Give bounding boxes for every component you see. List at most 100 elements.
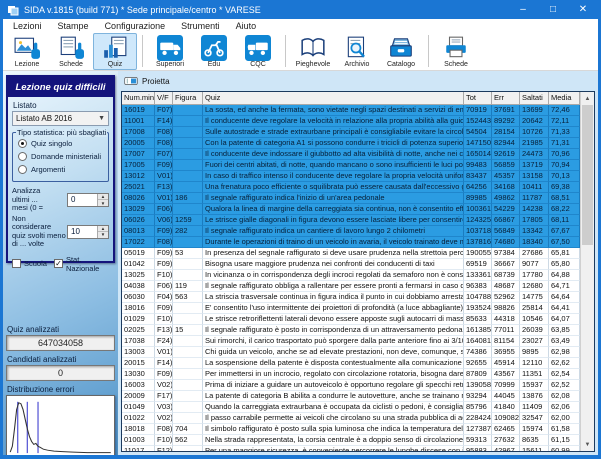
- maximize-button[interactable]: □: [538, 0, 568, 19]
- toolbar-separator: [285, 35, 286, 67]
- column-header-tot[interactable]: Tot: [464, 92, 492, 105]
- toolbar-button-lezione[interactable]: Lezione: [5, 33, 49, 70]
- checkbox-icon[interactable]: [12, 259, 21, 268]
- spinner-down-icon[interactable]: ▼: [98, 232, 108, 238]
- mesi-spinner[interactable]: 0 ▲▼: [67, 193, 109, 207]
- menu-stampe[interactable]: Stampe: [50, 21, 97, 31]
- table-row[interactable]: 20005F08)Con la patente di categoria A1 …: [122, 138, 580, 149]
- radio-icon[interactable]: [18, 139, 27, 148]
- radio-domande-ministeriali[interactable]: Domande ministeriali: [18, 152, 105, 161]
- vertical-scrollbar[interactable]: ▲ ▼: [580, 92, 594, 451]
- toolbar-button-catalogo[interactable]: Catalogo: [379, 33, 423, 70]
- table-row[interactable]: 17008F08)Sulle autostrade e strade extra…: [122, 127, 580, 138]
- scroll-down-icon[interactable]: ▼: [581, 438, 594, 451]
- column-header-numministe[interactable]: Num.ministe: [122, 92, 155, 105]
- spinner-down-icon[interactable]: ▼: [98, 200, 108, 206]
- table-cell: [173, 314, 203, 325]
- table-cell: F10): [155, 435, 173, 446]
- table-cell: In presenza del segnale raffigurato si d…: [203, 248, 464, 259]
- table-row[interactable]: 13029F06)Qualora la linea di margine del…: [122, 204, 580, 215]
- toolbar-button-cqc[interactable]: CQC: [236, 33, 280, 70]
- table-row[interactable]: 25021F13)Una frenatura poco efficiente o…: [122, 182, 580, 193]
- table-row[interactable]: 06030F04)563La striscia trasversale cont…: [122, 292, 580, 303]
- table-cell: 186: [173, 193, 203, 204]
- table-row[interactable]: 06026V06)1259Le strisce gialle diagonali…: [122, 215, 580, 226]
- table-row[interactable]: 16019F07)La sosta, ed anche la fermata, …: [122, 105, 580, 116]
- table-cell: 62,98: [549, 347, 580, 358]
- table-row[interactable]: 11001F14)Il conducente deve regolare la …: [122, 116, 580, 127]
- table-row[interactable]: 18018F08)704Il simbolo raffigurato è pos…: [122, 424, 580, 435]
- mesi-spinner-value[interactable]: 0: [68, 194, 97, 206]
- archive-search-icon: [344, 35, 370, 61]
- toolbar-button-superiori[interactable]: Superiori: [148, 33, 192, 70]
- table-row[interactable]: 20009F17)La patente di categoria B abili…: [122, 391, 580, 402]
- radio-argomenti[interactable]: Argomenti: [18, 165, 105, 174]
- minimize-button[interactable]: –: [508, 0, 538, 19]
- radio-quiz-singolo[interactable]: Quiz singolo: [18, 139, 105, 148]
- column-header-media[interactable]: Media: [549, 92, 580, 105]
- volte-spinner-value[interactable]: 10: [68, 226, 97, 238]
- column-header-saltati[interactable]: Saltati: [520, 92, 549, 105]
- toolbar-button-archivio[interactable]: Archivio: [335, 33, 379, 70]
- column-header-vf[interactable]: V/F: [155, 92, 173, 105]
- menu-lezioni[interactable]: Lezioni: [5, 21, 50, 31]
- table-row[interactable]: 01049V03)Quando la carreggiata extraurba…: [122, 402, 580, 413]
- table-cell: 62,08: [549, 391, 580, 402]
- table-row[interactable]: 11017F12)Per una maggiore sicurezza, è c…: [122, 446, 580, 451]
- table-row[interactable]: 13025F10)In vicinanza o in corrispondenz…: [122, 270, 580, 281]
- table-row[interactable]: 02025F13)15Il segnale raffigurato è post…: [122, 325, 580, 336]
- table-cell: 10726: [520, 127, 549, 138]
- column-header-figura[interactable]: Figura: [173, 92, 203, 105]
- close-button[interactable]: ✕: [568, 0, 598, 19]
- column-header-quiz[interactable]: Quiz: [203, 92, 464, 105]
- toolbar-button-schede[interactable]: Schede: [434, 33, 478, 70]
- toolbar-button-schede[interactable]: Schede: [49, 33, 93, 70]
- table-row[interactable]: 13012V01)In caso di traffico intenso il …: [122, 171, 580, 182]
- column-header-err[interactable]: Err: [492, 92, 520, 105]
- table-row[interactable]: 01003F10)562Nella strada rappresentata, …: [122, 435, 580, 446]
- checkbox-scuola[interactable]: Scuola: [12, 259, 47, 268]
- table-row[interactable]: 08026V01)186Il segnale raffigurato indic…: [122, 193, 580, 204]
- proietta-toggle-icon[interactable]: [124, 76, 138, 86]
- table-cell: 63,85: [549, 325, 580, 336]
- toolbar-button-pieghevole[interactable]: Pieghevole: [291, 33, 335, 70]
- scrollbar-thumb[interactable]: [582, 105, 593, 245]
- listato-dropdown[interactable]: Listato AB 2016 ▼: [12, 111, 109, 126]
- table-cell: Il conducente deve regolare la velocità …: [203, 116, 464, 127]
- table-cell: Il segnale raffigurato indica un cantier…: [203, 226, 464, 237]
- radio-icon[interactable]: [18, 165, 27, 174]
- table-row[interactable]: 01042F09)Bisogna usare maggiore prudenza…: [122, 259, 580, 270]
- table-row[interactable]: 04038F06)119Il segnale raffigurato obbli…: [122, 281, 580, 292]
- checkbox-icon[interactable]: ✓: [54, 259, 63, 268]
- table-row[interactable]: 20015F14)La sospensione della patente è …: [122, 358, 580, 369]
- table-row[interactable]: 01022V02)Il passo carrabile permette ai …: [122, 413, 580, 424]
- radio-icon[interactable]: [18, 152, 27, 161]
- table-row[interactable]: 13030F09)Per immettersi in un incrocio, …: [122, 369, 580, 380]
- table-row[interactable]: 13003V01)Chi guida un veicolo, anche se …: [122, 347, 580, 358]
- toolbar-button-quiz[interactable]: Quiz: [93, 33, 137, 70]
- table-cell: 62,54: [549, 369, 580, 380]
- table-row[interactable]: 18016F09)E' consentito l'uso intermitten…: [122, 303, 580, 314]
- table-row[interactable]: 17022F08)Durante le operazioni di traino…: [122, 237, 580, 248]
- toolbar-button-edu[interactable]: Edu: [192, 33, 236, 70]
- table-row[interactable]: 16003V02)Prima di iniziare a guidare un …: [122, 380, 580, 391]
- checkbox-stat-nazionale[interactable]: ✓Stat. Nazionale: [54, 255, 102, 273]
- table-cell: 74386: [464, 347, 492, 358]
- table-row[interactable]: 17005F09)Fuori dei centri abitati, di no…: [122, 160, 580, 171]
- table-row[interactable]: 17007F07)Il conducente deve indossare il…: [122, 149, 580, 160]
- menu-strumenti[interactable]: Strumenti: [173, 21, 228, 31]
- scroll-up-icon[interactable]: ▲: [581, 92, 594, 105]
- table-row[interactable]: 05019F09)53In presenza del segnale raffi…: [122, 248, 580, 259]
- table-row[interactable]: 17038F24)Sui rimorchi, il carico traspor…: [122, 336, 580, 347]
- table-row[interactable]: 01029F10)Le strisce retroriflettenti lat…: [122, 314, 580, 325]
- scrollbar-track[interactable]: [581, 105, 594, 438]
- menu-aiuto[interactable]: Aiuto: [228, 21, 265, 31]
- table-cell: 70919: [464, 105, 492, 116]
- table-row[interactable]: 08013F09)282Il segnale raffigurato indic…: [122, 226, 580, 237]
- menu-configurazione[interactable]: Configurazione: [97, 21, 174, 31]
- table-cell: 152443: [464, 116, 492, 127]
- analizza-line3: mesi (0 =: [12, 204, 67, 213]
- volte-spinner[interactable]: 10 ▲▼: [67, 225, 109, 239]
- proietta-label[interactable]: Proietta: [142, 77, 170, 86]
- toolbar-separator: [142, 35, 143, 67]
